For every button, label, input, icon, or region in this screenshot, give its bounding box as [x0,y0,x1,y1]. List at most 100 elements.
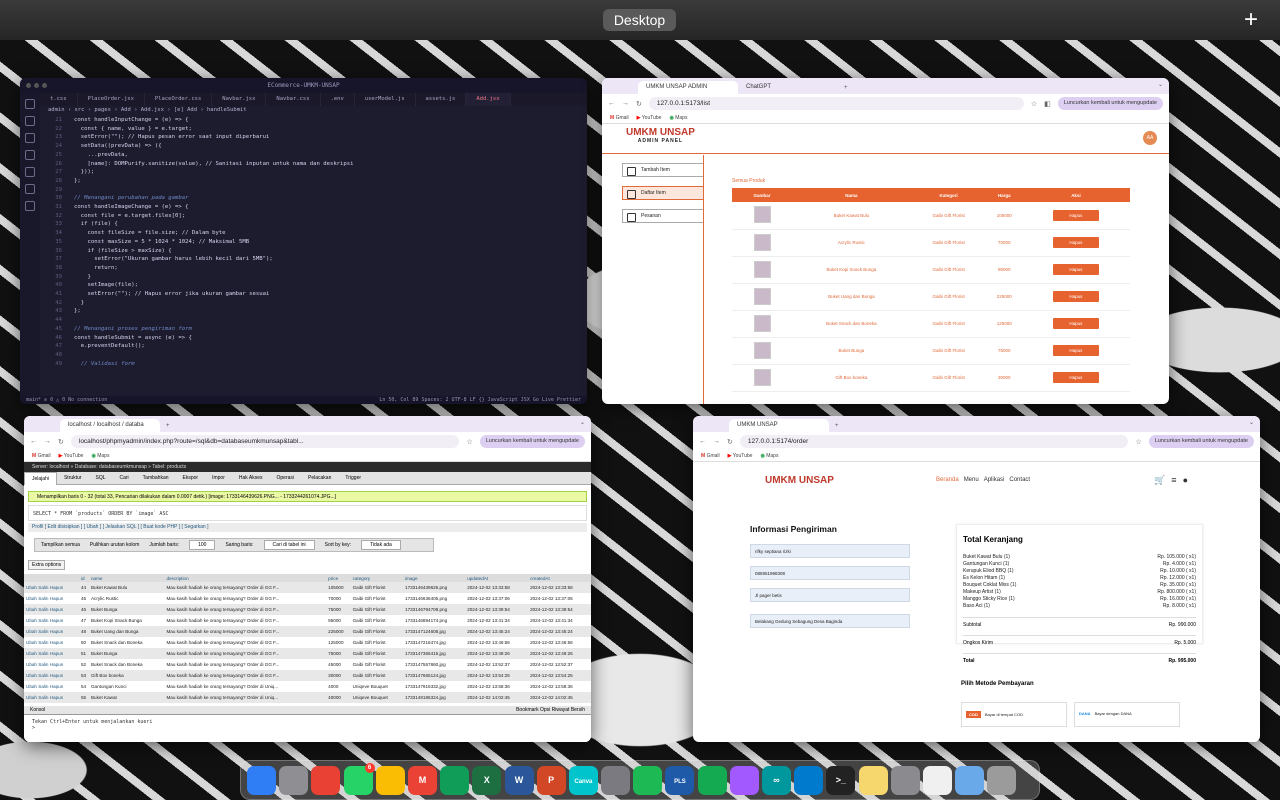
table-cell[interactable]: 52 [79,659,89,670]
code-line[interactable]: 48 [40,351,587,360]
word-icon[interactable]: W [504,765,534,795]
table-row[interactable]: Ubah Salin Hapus 52 Buket Snack dan Boneka… [24,659,591,670]
table-cell[interactable]: Buket Kawat Bulu [88,582,165,593]
status-right[interactable]: Ln 50, Col 89 Spaces: 2 UTF-8 LF {} Java… [379,396,581,404]
code-line[interactable]: 33 if (file) { [40,220,587,229]
add-space-icon[interactable]: + [1244,6,1258,34]
bookmark-youtube[interactable]: ▶ YouTube [59,453,84,459]
remote-icon[interactable] [25,184,35,194]
cart-icon[interactable]: 🛒 [1154,475,1165,486]
table-cell[interactable]: Gaibi Gift Florist [351,637,403,648]
table-cell[interactable]: 1733147557860.jpg [403,659,465,670]
settings-icon[interactable] [601,765,631,795]
table-row[interactable]: Ubah Salin Hapus 46 Buket Bunga Mau kasih h… [24,604,591,615]
table-cell[interactable]: 1733146636405.png [403,593,465,604]
bookmark-youtube[interactable]: ▶ YouTube [637,115,662,121]
table-cell[interactable]: Gift Box boneka [88,670,165,681]
pma-tab[interactable]: Hak Akses [232,475,270,481]
editor-tab[interactable]: Navbar.jsx [212,93,267,106]
table-cell[interactable]: 47 [79,615,89,626]
editor-tabs[interactable]: t.css PlaceOrder.jsx PlaceOrder.css Navbar.… [40,93,587,106]
pma-tab[interactable]: Cari [113,475,136,481]
chevron-down-icon[interactable]: ⌄ [1158,81,1163,88]
delete-button[interactable]: Hapus [1052,237,1099,248]
table-cell[interactable]: 2024-12-02 13:39:54 [528,604,591,615]
nav-item-app[interactable]: Aplikasi [984,477,1005,483]
table-cell[interactable]: Gaibi Gift Florist [351,615,403,626]
table-cell[interactable]: 2024-12-02 13:52:37 [528,659,591,670]
pma-tab[interactable]: Struktur [57,475,89,481]
whatsapp-icon[interactable]: 6 [343,762,375,795]
row-actions[interactable]: Ubah Salin Hapus [24,670,79,681]
testing-icon[interactable] [25,201,35,211]
table-cell[interactable]: 75000 [326,648,351,659]
delete-button[interactable]: Hapus [1052,345,1099,356]
code-line[interactable]: 41 setError(""); // Hapus error jika uku… [40,290,587,299]
code-line[interactable]: 32 const file = e.target.files[0]; [40,212,587,221]
update-button[interactable]: Luncurkan kembali untuk mengupdate [479,435,585,448]
table-cell[interactable]: 2024-12-02 13:46:56 [465,637,528,648]
mongodb-icon[interactable] [697,765,727,795]
chrome-icon[interactable] [311,765,341,795]
table-cell[interactable]: 55 [78,692,89,703]
table-cell[interactable]: 2024-12-02 13:45:24 [528,626,591,637]
editor-tab[interactable]: PlaceOrder.jsx [78,93,145,106]
table-cell[interactable]: Gantungan Kunci [89,681,164,692]
table-cell[interactable]: 4000 [326,681,350,692]
editor-tab[interactable]: Add.jsx [466,93,511,106]
bookmark-gmail[interactable]: M Gmail [610,115,629,121]
table-row[interactable]: Ubah Salin Hapus 53 Gift Box boneka Mau kas… [24,670,591,681]
forward-icon[interactable]: → [713,438,720,445]
table-cell[interactable]: 2024-12-02 13:33:58 [528,582,591,593]
bookmark-maps[interactable]: ◉ Maps [669,115,687,121]
pma-tab[interactable]: Trigger [338,475,368,481]
column-header[interactable]: category [350,574,404,582]
avatar[interactable]: AA [1143,131,1157,145]
name-field[interactable]: rifky septiana rizki [750,544,910,558]
table-row[interactable]: Ubah Salin Hapus 47 Buket Kopi Snack Bunga… [24,615,591,626]
table-cell[interactable]: 2024-12-02 13:49:26 [465,648,529,659]
table-cell[interactable]: 225000 [326,626,351,637]
table-cell[interactable]: Gaibi Gift Florist [350,648,404,659]
delete-button[interactable]: Hapus [1052,318,1099,329]
code-line[interactable]: 39 } [40,273,587,282]
bookmark-youtube[interactable]: ▶ YouTube [728,453,753,459]
editor-tab[interactable]: Navbar.css [266,93,321,106]
nav-item-menu[interactable]: Menu [964,477,979,483]
url-input[interactable]: 127.0.0.1:5174/order [739,435,1129,448]
code-line[interactable]: 26 [name]: DOMPurify.sanitize(value), //… [40,160,587,169]
show-all-checkbox[interactable]: Tampilkan semua [41,542,80,548]
table-cell[interactable]: Buket Uang dan Bunga [88,626,165,637]
star-icon[interactable]: ☆ [1031,100,1037,108]
table-cell[interactable]: Gaibi Gift Florist [351,659,403,670]
pma-tab[interactable]: Impor [205,475,232,481]
table-cell[interactable]: Buket Snack dan Boneka [89,659,164,670]
payment-dana-option[interactable]: DANA Bayar dengan DANA [1074,702,1180,727]
excel-icon[interactable]: X [472,765,502,795]
table-cell[interactable]: Mau kasih hadiah ke orang tersayang? Ord… [164,659,326,670]
code-line[interactable]: 27 })); [40,168,587,177]
sheets-icon[interactable] [440,765,470,795]
delete-button[interactable]: Hapus [1052,291,1099,302]
table-cell[interactable]: 51 [78,648,89,659]
table-cell[interactable]: 1733146439626.png [403,582,466,593]
console-actions[interactable]: Bookmark Opsi Riwayat Bersih [516,706,585,714]
table-row[interactable]: Ubah Salin Hapus 55 Buket Kawat Mau kasih h… [24,692,591,703]
pma-tab[interactable]: Pelacakan [301,475,338,481]
code-line[interactable]: 25 ...prevData, [40,151,587,160]
console-prompt[interactable]: > [32,725,583,731]
status-left[interactable]: main* ⊘ 0 △ 0 No connection [26,396,107,404]
table-cell[interactable]: 50 [79,637,89,648]
brand-logo[interactable]: UMKM UNSAP [765,476,834,486]
table-cell[interactable]: 44 [78,582,89,593]
drive-icon[interactable] [375,765,405,795]
run-icon[interactable] [25,150,35,160]
column-header[interactable]: createdAt [528,574,591,582]
star-icon[interactable]: ☆ [1135,438,1141,446]
table-row[interactable]: Ubah Salin Hapus 44 Buket Kawat Bulu Mau ka… [24,582,591,593]
row-actions[interactable]: Ubah Salin Hapus [24,692,79,703]
star-icon[interactable]: ☆ [466,438,472,446]
pma-tab[interactable]: SQL [88,475,112,481]
trash-icon[interactable] [987,765,1017,795]
reload-icon[interactable]: ↻ [727,438,733,446]
